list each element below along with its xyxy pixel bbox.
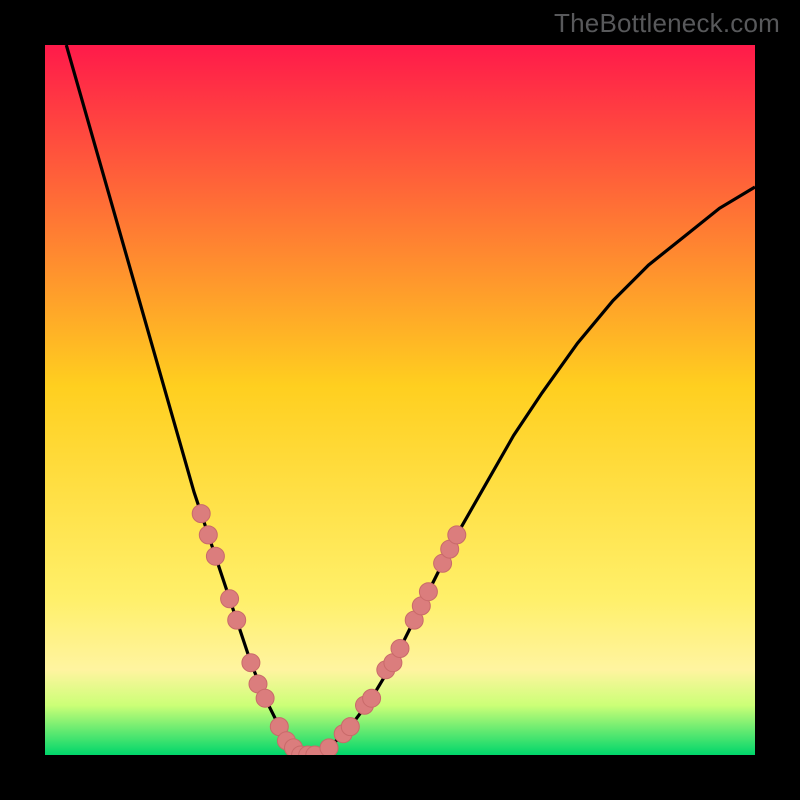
data-marker <box>192 505 210 523</box>
data-marker <box>256 689 274 707</box>
data-marker <box>391 640 409 658</box>
data-marker <box>242 654 260 672</box>
chart-svg <box>45 45 755 755</box>
data-marker <box>228 611 246 629</box>
data-marker <box>221 590 239 608</box>
data-marker <box>363 689 381 707</box>
data-marker <box>448 526 466 544</box>
data-marker <box>341 718 359 736</box>
watermark-text: TheBottleneck.com <box>554 8 780 39</box>
data-marker <box>320 739 338 755</box>
data-marker <box>419 583 437 601</box>
data-marker <box>206 547 224 565</box>
chart-frame: TheBottleneck.com <box>0 0 800 800</box>
data-marker <box>199 526 217 544</box>
